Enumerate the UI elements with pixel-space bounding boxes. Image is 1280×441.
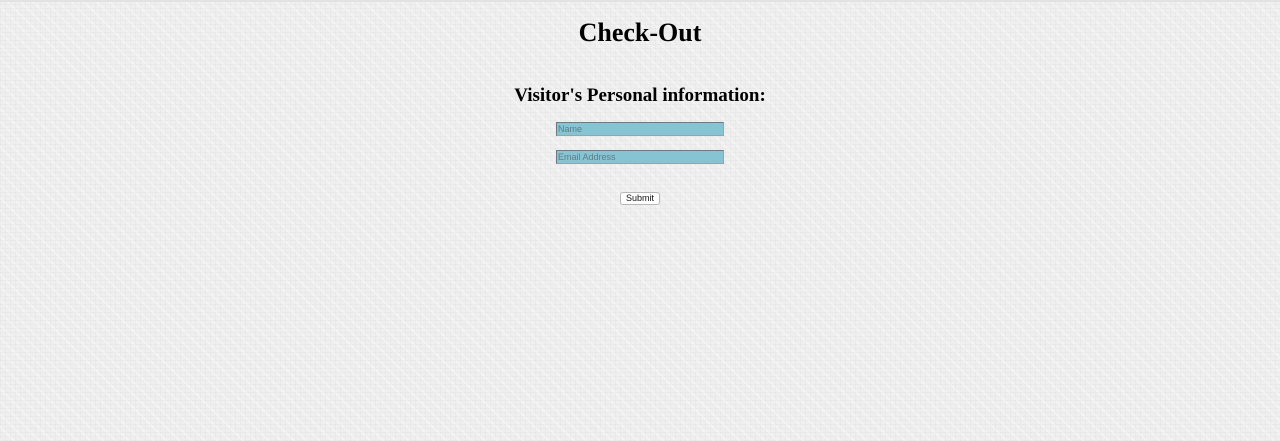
personal-info-heading: Visitor's Personal information:: [514, 85, 766, 106]
page-title: Check-Out: [578, 18, 702, 47]
page-top-border: [0, 0, 1280, 2]
name-input[interactable]: [556, 122, 724, 136]
email-input[interactable]: [556, 150, 724, 164]
submit-button[interactable]: Submit: [620, 192, 660, 205]
